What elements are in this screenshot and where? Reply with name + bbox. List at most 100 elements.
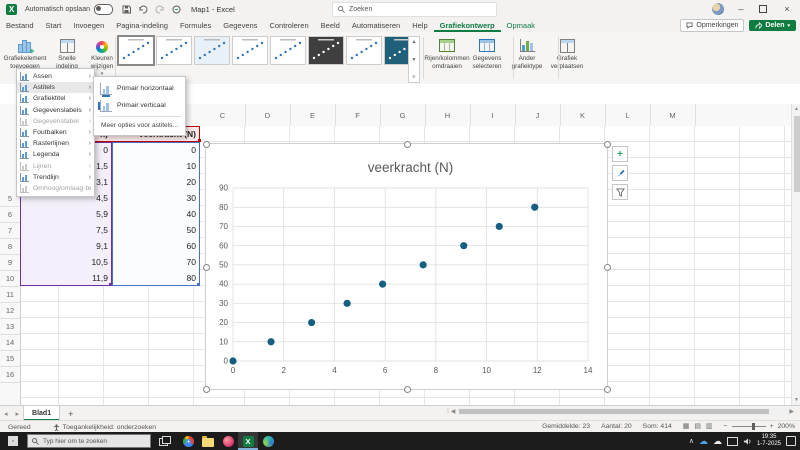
data-point[interactable]: [496, 223, 503, 230]
row-header-10[interactable]: 10: [0, 270, 20, 287]
tab-opmaak[interactable]: Opmaak: [501, 18, 541, 32]
start-button[interactable]: [8, 436, 18, 446]
vertical-scroll-thumb[interactable]: [794, 116, 800, 192]
grafiek-verplaatsen-button[interactable]: Grafiek verplaatsen: [547, 35, 587, 81]
taskbar-media-app-icon[interactable]: [218, 432, 238, 450]
column-header-M[interactable]: M: [650, 104, 696, 126]
onedrive-icon[interactable]: ☁: [699, 437, 708, 446]
menu-item-assen[interactable]: Assen›: [17, 71, 94, 82]
chart-selection-handle[interactable]: [404, 386, 411, 393]
table-cell-a6[interactable]: 5,9: [20, 206, 112, 222]
tab-pagina-indeling[interactable]: Pagina-indeling: [110, 18, 174, 32]
row-header-13[interactable]: 13: [0, 318, 20, 335]
chart-selection-handle[interactable]: [203, 386, 210, 393]
menu-item-trendlijn[interactable]: Trendlijn›: [17, 172, 94, 183]
chart-style-thumb-2[interactable]: [156, 36, 192, 65]
menu-item-rasterlijnen[interactable]: Rasterlijnen›: [17, 138, 94, 149]
autosave-toggle[interactable]: [94, 4, 113, 15]
scroll-down-icon[interactable]: ▼: [792, 396, 800, 404]
table-cell-b10[interactable]: 80: [112, 270, 200, 286]
data-point[interactable]: [344, 300, 351, 307]
column-header-G[interactable]: G: [380, 104, 426, 126]
chart-elements-button[interactable]: +: [612, 146, 628, 162]
undo-icon[interactable]: [138, 5, 148, 14]
normal-view-icon[interactable]: ▦: [683, 422, 690, 430]
scroll-up-icon[interactable]: ▲: [792, 105, 800, 113]
tray-chevron-icon[interactable]: ∧: [689, 437, 694, 445]
table-cell-a8[interactable]: 9,1: [20, 238, 112, 254]
vertical-scrollbar[interactable]: ▲ ▼: [791, 104, 800, 405]
chart-styles-button[interactable]: [612, 165, 628, 181]
sheet-nav-left-icon[interactable]: ◂: [0, 410, 12, 418]
cloud-icon[interactable]: ☁: [713, 437, 722, 446]
zoom-in-button[interactable]: +: [770, 423, 774, 430]
chart[interactable]: veerkracht (N)01020304050607080900246810…: [205, 143, 608, 390]
chart-style-thumb-4[interactable]: [232, 36, 268, 65]
sheet-nav-right-icon[interactable]: ▸: [12, 410, 24, 418]
column-header-K[interactable]: K: [560, 104, 606, 126]
page-layout-view-icon[interactable]: ▤: [694, 422, 701, 430]
notification-center-icon[interactable]: [786, 436, 796, 446]
gegevens-selecteren-button[interactable]: Gegevens selecteren: [467, 35, 507, 81]
table-cell-b7[interactable]: 50: [112, 222, 200, 238]
table-cell-b2[interactable]: 0: [112, 142, 200, 158]
data-point[interactable]: [420, 261, 427, 268]
data-point[interactable]: [531, 204, 538, 211]
chart-selection-handle[interactable]: [203, 264, 210, 271]
row-header-15[interactable]: 15: [0, 350, 20, 367]
table-cell-b6[interactable]: 40: [112, 206, 200, 222]
column-header-H[interactable]: H: [425, 104, 471, 126]
chart-style-thumb-7[interactable]: [346, 36, 382, 65]
menu-item-legenda[interactable]: Legenda›: [17, 149, 94, 160]
chart-style-thumb-5[interactable]: [270, 36, 306, 65]
minimize-button[interactable]: –: [730, 0, 752, 18]
chart-svg[interactable]: veerkracht (N)01020304050607080900246810…: [206, 144, 607, 389]
task-view-icon[interactable]: [159, 436, 170, 446]
data-point[interactable]: [460, 242, 467, 249]
horizontal-scrollbar[interactable]: ⁞ ◀ ▶: [447, 408, 794, 415]
scroll-left-icon[interactable]: ◀: [451, 408, 456, 415]
taskbar-browser-icon[interactable]: [178, 432, 198, 450]
tab-bestand[interactable]: Bestand: [0, 18, 40, 32]
tab-start[interactable]: Start: [40, 18, 68, 32]
column-header-D[interactable]: D: [245, 104, 291, 126]
column-header-E[interactable]: E: [290, 104, 336, 126]
row-header-16[interactable]: 16: [0, 366, 20, 383]
network-icon[interactable]: [727, 437, 738, 446]
zoom-out-button[interactable]: −: [724, 423, 728, 430]
volume-icon[interactable]: [743, 437, 752, 446]
chart-selection-handle[interactable]: [604, 141, 611, 148]
column-header-J[interactable]: J: [515, 104, 561, 126]
chart-selection-handle[interactable]: [404, 141, 411, 148]
gallery-scroll-button[interactable]: ▲▼≡: [408, 36, 420, 83]
accessibility-check[interactable]: Toegankelijkheid: onderzoeken: [53, 424, 156, 431]
row-header-8[interactable]: 8: [0, 238, 20, 255]
tab-controleren[interactable]: Controleren: [263, 18, 314, 32]
table-cell-a9[interactable]: 10,5: [20, 254, 112, 270]
search-input[interactable]: Zoeken: [332, 2, 497, 17]
scroll-right-icon[interactable]: ▶: [789, 408, 794, 415]
tab-automatiseren[interactable]: Automatiseren: [346, 18, 406, 32]
submenu-item-primair-verticaal[interactable]: Primair verticaal: [94, 97, 185, 114]
save-icon[interactable]: [122, 5, 131, 14]
close-button[interactable]: ×: [776, 0, 798, 18]
row-header-14[interactable]: 14: [0, 334, 20, 351]
rijen-kolommen-omdraaien-button[interactable]: Rijen/kolommen omdraaien: [427, 35, 467, 81]
tab-formules[interactable]: Formules: [174, 18, 217, 32]
taskbar-excel-icon[interactable]: X: [238, 432, 258, 450]
chart-style-thumb-6[interactable]: [308, 36, 344, 65]
chart-selection-handle[interactable]: [203, 141, 210, 148]
data-point[interactable]: [229, 357, 236, 364]
tab-gegevens[interactable]: Gegevens: [217, 18, 263, 32]
splitter-handle[interactable]: ⁞: [447, 409, 449, 415]
menu-item-astitels[interactable]: Astitels›: [17, 82, 94, 93]
sheet-tab[interactable]: Blad1: [23, 406, 60, 421]
user-avatar[interactable]: [712, 3, 724, 15]
row-header-11[interactable]: 11: [0, 286, 20, 303]
share-button[interactable]: Delen ▾: [749, 20, 796, 31]
column-header-I[interactable]: I: [470, 104, 516, 126]
chart-selection-handle[interactable]: [604, 264, 611, 271]
tab-grafiekontwerp[interactable]: Grafiekontwerp: [434, 18, 501, 32]
table-cell-b9[interactable]: 70: [112, 254, 200, 270]
horizontal-scroll-thumb[interactable]: [459, 409, 769, 414]
